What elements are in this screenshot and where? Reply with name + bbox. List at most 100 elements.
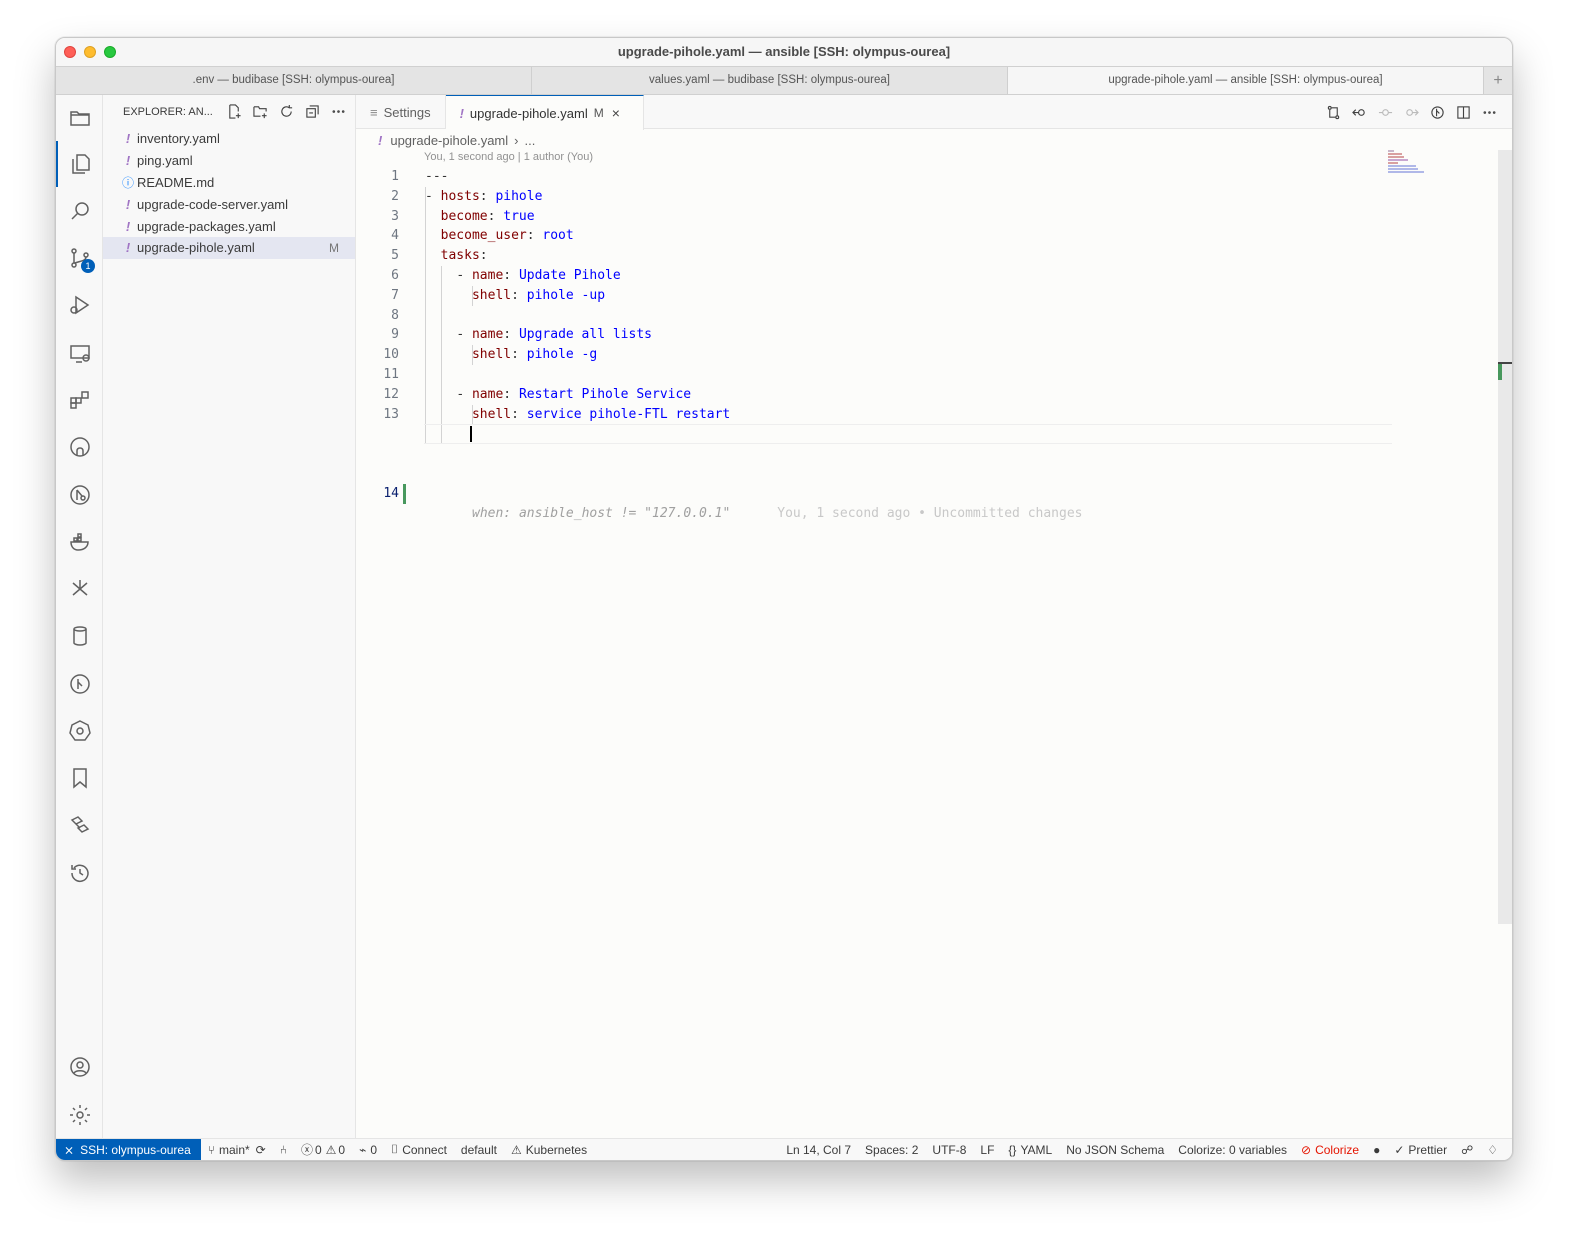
editor-area: ≡ Settings ! upgrade-pihole.yaml M × ! u… (356, 95, 1512, 1138)
git-graph-status-icon[interactable]: ⑃ (273, 1143, 294, 1157)
new-window-tab-button[interactable]: + (1484, 67, 1512, 94)
ports-status[interactable]: ⌁ 0 (352, 1143, 384, 1157)
lightbulb-icon[interactable]: ● (1366, 1143, 1387, 1157)
prohibited-icon: ⊘ (1301, 1142, 1312, 1157)
search-icon[interactable] (56, 188, 103, 234)
profile-status[interactable]: default (454, 1143, 504, 1157)
scrollbar-change-marker (1498, 364, 1502, 380)
timeline-history-icon[interactable] (56, 850, 103, 896)
github-icon[interactable] (56, 424, 103, 470)
remote-explorer-monitor-icon[interactable] (56, 330, 103, 376)
language-mode[interactable]: {} YAML (1001, 1143, 1059, 1157)
code-line: 5 tasks: (391, 248, 488, 264)
new-folder-icon[interactable] (247, 101, 273, 123)
end-of-line[interactable]: LF (973, 1143, 1001, 1157)
code-line: 3 become: true (391, 208, 535, 224)
yaml-file-icon: ! (125, 131, 131, 147)
text-cursor (470, 426, 472, 443)
bookmarks-icon[interactable] (56, 755, 103, 801)
pinwheel-icon[interactable] (56, 566, 103, 612)
file-item-inventory[interactable]: ! inventory.yaml (103, 128, 355, 150)
encoding[interactable]: UTF-8 (925, 1143, 973, 1157)
docker-icon[interactable] (56, 519, 103, 565)
code-line: 10 shell: pihole -g (383, 347, 598, 363)
code-editor[interactable]: 1 --- 2- hosts: pihole 3 become: true 4 b… (356, 167, 1512, 521)
yaml-file-icon: ! (378, 132, 383, 148)
git-branch[interactable]: ⑂ main* ⟳ (201, 1143, 273, 1157)
github-pull-requests-icon[interactable] (56, 472, 103, 518)
tab-settings[interactable]: ≡ Settings (356, 95, 446, 129)
current-line-highlight (424, 424, 1392, 445)
ports-count: 0 (370, 1142, 378, 1157)
codelens-author[interactable]: You, 1 second ago | 1 author (You) (356, 151, 1512, 167)
colorize-status[interactable]: ⊘ Colorize (1294, 1143, 1366, 1157)
connect-label: Connect (402, 1142, 447, 1157)
more-actions-icon[interactable] (1476, 101, 1502, 123)
explorer-sidebar: EXPLORER: AN... ! inventory.yaml ! ping.… (103, 95, 356, 1138)
breadcrumb-symbol[interactable]: ... (524, 133, 535, 148)
new-file-icon[interactable] (221, 101, 247, 123)
extensions-icon[interactable] (56, 377, 103, 423)
file-item-ping[interactable]: ! ping.yaml (103, 150, 355, 172)
tab-upgrade-pihole[interactable]: ! upgrade-pihole.yaml M × (445, 95, 644, 130)
inline-suggestion[interactable]: when: ansible_host != "127.0.0.1" (472, 506, 730, 521)
refresh-icon[interactable] (273, 101, 299, 123)
close-tab-icon[interactable]: × (612, 105, 620, 121)
window-tab-bar: .env — budibase [SSH: olympus-ourea] val… (56, 66, 1512, 95)
split-editor-icon[interactable] (1450, 101, 1476, 123)
accounts-icon[interactable] (56, 1044, 103, 1090)
tree-structure-icon[interactable] (56, 803, 103, 849)
more-actions-icon[interactable] (325, 101, 351, 123)
branch-name: main* (218, 1142, 250, 1157)
next-revision-icon[interactable] (1398, 101, 1424, 123)
problems-status[interactable]: ⓧ 0 ⚠ 0 (294, 1141, 352, 1158)
open-changes-icon[interactable] (1320, 101, 1346, 123)
commit-icon[interactable] (1372, 101, 1398, 123)
indentation[interactable]: Spaces: 2 (858, 1143, 925, 1157)
colorize-variables-status[interactable]: Colorize: 0 variables (1171, 1143, 1294, 1157)
breadcrumb-file[interactable]: upgrade-pihole.yaml (390, 133, 508, 148)
run-debug-icon[interactable] (56, 282, 103, 328)
code-line: 6 - name: Update Pihole (391, 267, 621, 283)
settings-gear-icon[interactable] (56, 1092, 103, 1138)
minimap[interactable] (1388, 150, 1428, 180)
window-tab-upgrade-pihole[interactable]: upgrade-pihole.yaml — ansible [SSH: olym… (1008, 67, 1484, 94)
breadcrumb-separator: › (514, 132, 519, 148)
notifications-bell-icon[interactable]: ♢ (1480, 1143, 1512, 1157)
prettier-label: Prettier (1408, 1142, 1448, 1157)
sync-icon[interactable]: ⟳ (256, 1143, 266, 1157)
explorer-icon[interactable] (56, 141, 103, 187)
db-connect-status[interactable]: ⌷ Connect (384, 1142, 454, 1157)
code-line: 4 become_user: root (391, 228, 574, 244)
code-line: 11 (383, 366, 399, 382)
cursor-position[interactable]: Ln 14, Col 7 (779, 1143, 858, 1157)
explorer-title: EXPLORER: AN... (123, 105, 213, 118)
window-tab-env[interactable]: .env — budibase [SSH: olympus-ourea] (56, 67, 532, 94)
git-graph-icon[interactable] (56, 661, 103, 707)
remote-indicator[interactable]: ⨯ SSH: olympus-ourea (56, 1138, 201, 1160)
window-tab-values[interactable]: values.yaml — budibase [SSH: olympus-our… (532, 67, 1008, 94)
feedback-icon[interactable]: ☍ (1454, 1143, 1480, 1157)
warning-count: 0 (338, 1142, 346, 1157)
collapse-all-icon[interactable] (299, 101, 325, 123)
file-name: inventory.yaml (137, 131, 220, 147)
json-schema-status[interactable]: No JSON Schema (1059, 1143, 1171, 1157)
vertical-scrollbar[interactable] (1498, 150, 1512, 924)
braces-icon: {} (1008, 1142, 1017, 1157)
prettier-status[interactable]: ✓ Prettier (1387, 1143, 1454, 1157)
gitlens-icon[interactable] (1424, 101, 1450, 123)
code-line: 2- hosts: pihole (391, 188, 543, 204)
remote-explorer-icon[interactable] (56, 95, 103, 141)
previous-revision-icon[interactable] (1346, 101, 1372, 123)
kubernetes-status[interactable]: ⚠ Kubernetes (504, 1143, 594, 1157)
file-name: upgrade-pihole.yaml (137, 240, 255, 256)
kubernetes-icon[interactable] (56, 708, 103, 754)
file-item-readme[interactable]: ⓘ README.md (103, 172, 355, 194)
database-icon[interactable] (56, 613, 103, 659)
source-control-icon[interactable]: 1 (56, 235, 103, 281)
file-item-upgrade-pihole[interactable]: ! upgrade-pihole.yaml M (103, 236, 355, 259)
inline-blame: You, 1 second ago • Uncommitted changes (777, 505, 1083, 521)
file-item-upgrade-packages[interactable]: ! upgrade-packages.yaml (103, 215, 355, 237)
warning-icon: ⚠ (510, 1142, 522, 1157)
file-item-upgrade-code-server[interactable]: ! upgrade-code-server.yaml (103, 193, 355, 215)
